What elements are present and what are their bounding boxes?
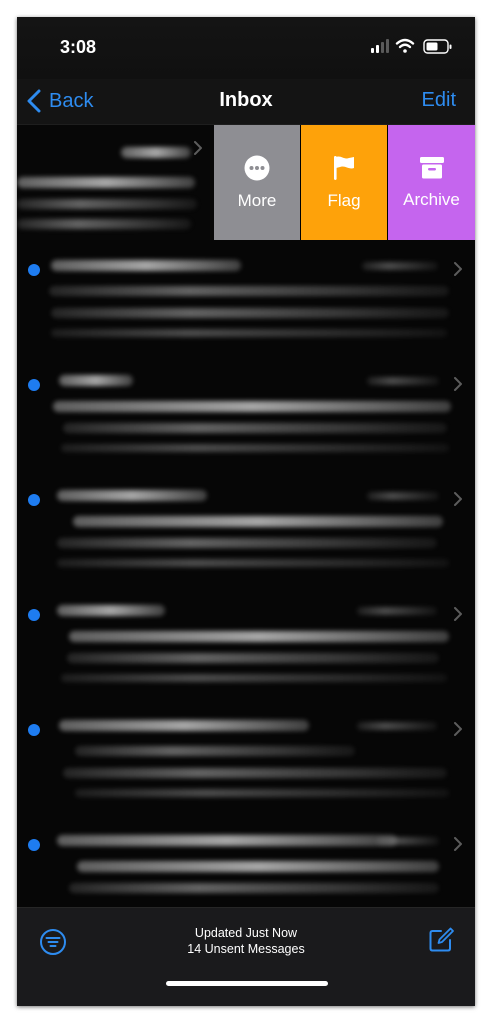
chevron-right-icon: [194, 141, 202, 155]
redacted-text: [17, 199, 197, 209]
navigation-bar: Back Inbox Edit: [17, 79, 475, 125]
unread-indicator: [28, 724, 40, 736]
bottom-toolbar: Updated Just Now 14 Unsent Messages: [17, 907, 475, 1006]
chevron-right-icon: [454, 837, 462, 851]
redacted-text: [57, 490, 207, 501]
redacted-text: [59, 375, 133, 386]
redacted-text: [362, 262, 438, 270]
archive-action-label: Archive: [403, 189, 460, 209]
redacted-text: [63, 768, 447, 778]
unread-indicator: [28, 609, 40, 621]
edit-button[interactable]: Edit: [422, 89, 456, 112]
redacted-text: [57, 835, 397, 846]
unread-indicator: [28, 839, 40, 851]
redacted-text: [57, 605, 165, 616]
redacted-text: [357, 607, 437, 615]
redacted-text: [51, 260, 241, 271]
message-row[interactable]: [17, 815, 475, 907]
redacted-text: [367, 377, 439, 385]
redacted-text: [69, 883, 439, 893]
redacted-text: [75, 789, 449, 797]
flag-icon: [334, 155, 354, 180]
redacted-text: [61, 444, 449, 452]
archive-action-button[interactable]: Archive: [388, 125, 475, 240]
message-list[interactable]: More Flag Archive: [17, 125, 475, 907]
redacted-text: [77, 861, 439, 872]
archive-box-icon: [419, 156, 444, 178]
swiped-message-content[interactable]: [17, 125, 214, 240]
unread-indicator: [28, 379, 40, 391]
status-time: 3:08: [60, 37, 97, 57]
compose-button[interactable]: [427, 926, 455, 959]
ellipsis-circle-icon: [244, 155, 270, 180]
message-row[interactable]: [17, 470, 475, 586]
redacted-text: [17, 219, 191, 229]
redacted-text: [367, 492, 439, 500]
home-indicator[interactable]: [166, 981, 328, 986]
redacted-text: [63, 423, 447, 433]
redacted-text: [57, 538, 437, 548]
redacted-text: [121, 147, 191, 158]
status-icons: [371, 37, 453, 57]
swiped-message-row[interactable]: More Flag Archive: [17, 125, 475, 240]
chevron-right-icon: [454, 492, 462, 506]
redacted-text: [51, 308, 449, 318]
redacted-text: [59, 720, 309, 731]
redacted-text: [57, 559, 449, 567]
redacted-text: [67, 653, 439, 663]
status-updated: Updated Just Now: [194, 926, 298, 940]
cellular-signal-icon: [371, 39, 389, 53]
redacted-text: [73, 516, 443, 527]
redacted-text: [357, 722, 437, 730]
mailbox-status: Updated Just Now 14 Unsent Messages: [17, 925, 475, 957]
redacted-text: [75, 746, 355, 756]
flag-action-label: Flag: [327, 190, 361, 210]
status-bar: 3:08: [17, 17, 475, 79]
redacted-text: [377, 837, 439, 845]
chevron-right-icon: [454, 377, 462, 391]
more-action-button[interactable]: More: [214, 125, 300, 240]
unread-indicator: [28, 264, 40, 276]
battery-icon: [423, 39, 452, 54]
wifi-icon: [395, 38, 415, 53]
redacted-text: [53, 401, 451, 412]
chevron-right-icon: [454, 262, 462, 276]
compose-icon: [429, 927, 454, 952]
redacted-text: [49, 286, 449, 296]
page-title: Inbox: [219, 89, 273, 111]
flag-action-button[interactable]: Flag: [301, 125, 387, 240]
more-action-label: More: [237, 190, 277, 210]
redacted-text: [51, 329, 447, 337]
unread-indicator: [28, 494, 40, 506]
chevron-right-icon: [454, 607, 462, 621]
redacted-text: [61, 674, 447, 682]
status-unsent-count: 14 Unsent Messages: [187, 942, 305, 956]
redacted-text: [69, 631, 449, 642]
redacted-text: [17, 177, 195, 188]
phone-screen: 3:08 Back Inbox Edit More Flag Archive U…: [17, 17, 475, 1006]
message-row[interactable]: [17, 240, 475, 356]
message-row[interactable]: [17, 700, 475, 816]
message-row[interactable]: [17, 355, 475, 471]
chevron-right-icon: [454, 722, 462, 736]
message-row[interactable]: [17, 585, 475, 701]
